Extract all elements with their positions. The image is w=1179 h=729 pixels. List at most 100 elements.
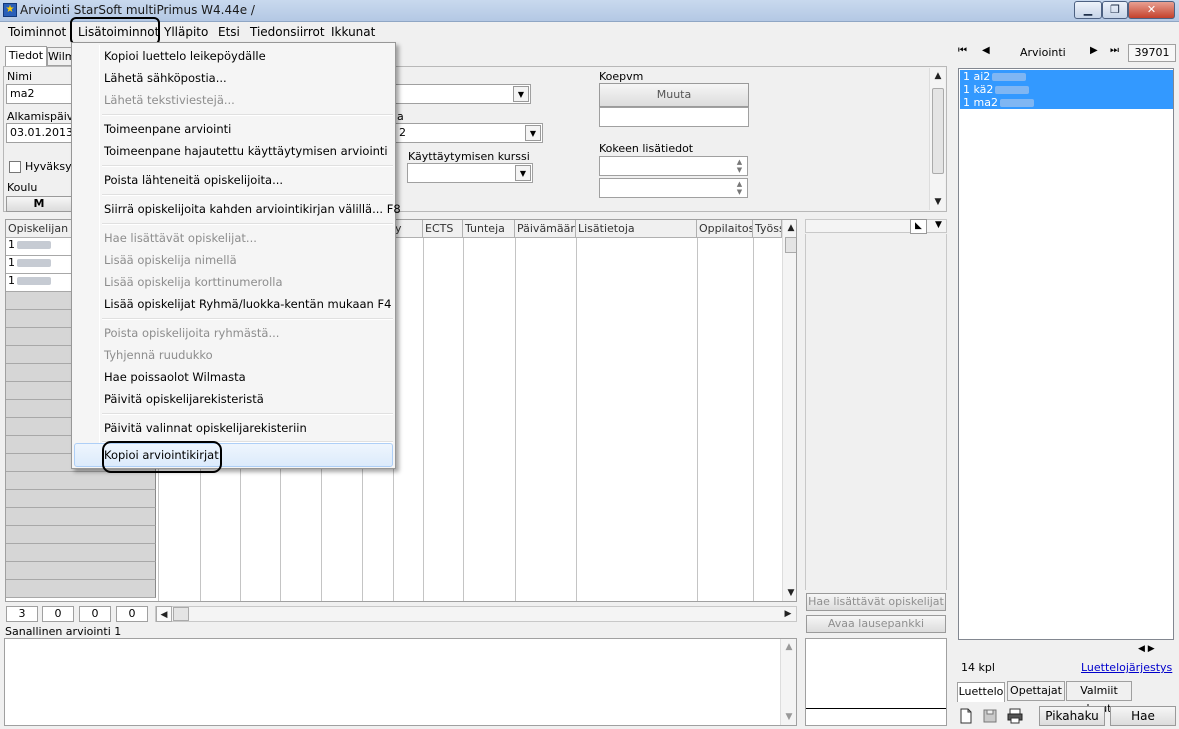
- field-combo-2[interactable]: 2 ▼: [395, 123, 543, 143]
- scroll-down-icon[interactable]: ▼: [930, 194, 946, 210]
- annotation-circle-item: [102, 441, 222, 473]
- scroll-left-icon[interactable]: ◀: [1138, 644, 1145, 654]
- menu-item-poista-ryhmasta[interactable]: Poista opiskelijoita ryhmästä...: [104, 323, 279, 343]
- nimi-field[interactable]: ma2: [6, 84, 72, 104]
- scroll-up-icon[interactable]: ▲: [783, 220, 796, 236]
- menu-ikkunat[interactable]: Ikkunat: [331, 25, 375, 39]
- menu-tiedonsiirrot[interactable]: Tiedonsiirrot: [250, 25, 325, 39]
- list-item[interactable]: 1 ai2: [960, 70, 1173, 83]
- hae-lisattavat-button[interactable]: Hae lisättävät opiskelijat: [806, 593, 946, 611]
- table-row[interactable]: [6, 544, 156, 562]
- grid-hscrollbar[interactable]: ◀ ▶: [155, 606, 797, 622]
- lausepankki-area[interactable]: [805, 638, 947, 726]
- tab-wilma[interactable]: Wilm: [47, 47, 75, 66]
- scroll-up-icon[interactable]: ▲: [930, 68, 946, 84]
- chevron-down-icon[interactable]: ▼: [930, 219, 947, 234]
- grid-header-lisatietoja[interactable]: Lisätietoja: [576, 220, 697, 238]
- minimize-button[interactable]: ▁: [1074, 1, 1102, 19]
- sort-icon[interactable]: ◣: [910, 219, 927, 234]
- table-row[interactable]: [6, 580, 156, 598]
- scroll-left-icon[interactable]: ◀: [156, 606, 172, 622]
- grid-header-oppilaitos[interactable]: Oppilaitos: [697, 220, 753, 238]
- window-title: Arviointi StarSoft multiPrimus W4.44e /: [20, 3, 255, 17]
- luettelojarjestys-link[interactable]: Luettelojärjestys: [1081, 661, 1172, 674]
- menu-item-lisaa-ryhma-luokka[interactable]: Lisää opiskelijat Ryhmä/luokka-kentän mu…: [104, 294, 391, 314]
- menu-item-paivita-valinnat[interactable]: Päivitä valinnat opiskelijarekisteriin: [104, 418, 307, 438]
- menu-item-poista-lahteneita[interactable]: Poista lähteneitä opiskelijoita...: [104, 170, 283, 190]
- maximize-button[interactable]: ❐: [1102, 1, 1128, 19]
- grid-header-tyossa[interactable]: Työss: [753, 220, 782, 238]
- menu-item-tyhjenna-ruudukko[interactable]: Tyhjennä ruudukko: [104, 345, 213, 365]
- tab-luettelo[interactable]: Luettelo: [957, 682, 1005, 702]
- tab-valmiit-haut[interactable]: Valmiit haut: [1066, 681, 1132, 715]
- pikahaku-button[interactable]: Pikahaku: [1039, 706, 1105, 726]
- grid-header-ects[interactable]: ECTS: [423, 220, 463, 238]
- nav-prev-icon[interactable]: ◀: [982, 45, 990, 56]
- hae-button[interactable]: Hae: [1110, 706, 1176, 726]
- table-row[interactable]: [6, 526, 156, 544]
- menu-item-toimeenpane-hajautettu[interactable]: Toimeenpane hajautettu käyttäytymisen ar…: [104, 141, 388, 161]
- list-item[interactable]: 1 kä2: [960, 83, 1173, 96]
- koulu-button[interactable]: M: [6, 196, 72, 212]
- field-combo-1[interactable]: ▼: [395, 84, 531, 104]
- print-icon[interactable]: [1006, 707, 1024, 725]
- menu-item-paivita-opiskelijarekisterista[interactable]: Päivitä opiskelijarekisteristä: [104, 389, 264, 409]
- menu-yllapito[interactable]: Ylläpito: [164, 25, 208, 39]
- avaa-lausepankki-button[interactable]: Avaa lausepankki: [806, 615, 946, 633]
- scroll-right-icon[interactable]: ▶: [1148, 644, 1155, 654]
- menu-item-toimeenpane-arviointi[interactable]: Toimeenpane arviointi: [104, 119, 231, 139]
- hyvaksytty-checkbox[interactable]: [9, 161, 21, 173]
- koepvm-field[interactable]: [599, 107, 749, 127]
- menu-separator: [102, 114, 393, 116]
- close-button[interactable]: ✕: [1128, 1, 1175, 19]
- nav-last-icon[interactable]: ⏭: [1110, 45, 1119, 56]
- spin-arrows-icon[interactable]: ▲ ▼: [733, 158, 746, 175]
- kokeen-lisatiedot-field-2[interactable]: [599, 178, 748, 198]
- table-row[interactable]: [6, 490, 156, 508]
- menu-item-laheta-sahkopostia[interactable]: Lähetä sähköpostia...: [104, 68, 227, 88]
- scroll-thumb[interactable]: [173, 607, 189, 621]
- save-icon[interactable]: [982, 708, 998, 724]
- scroll-thumb[interactable]: [785, 237, 796, 253]
- scroll-up-icon[interactable]: ▲: [781, 639, 797, 655]
- tab-opettajat[interactable]: Opettajat: [1007, 681, 1065, 701]
- textarea-scrollbar[interactable]: ▲ ▼: [780, 639, 796, 725]
- table-row[interactable]: [6, 508, 156, 526]
- form-scrollbar[interactable]: ▲ ▼: [929, 68, 945, 210]
- redacted-name: [17, 259, 51, 267]
- scroll-right-icon[interactable]: ▶: [780, 606, 796, 622]
- grid-header-partial[interactable]: y: [393, 220, 423, 238]
- row-number: 1: [8, 274, 15, 287]
- muuta-button[interactable]: Muuta: [599, 83, 749, 107]
- new-document-icon[interactable]: [958, 708, 974, 724]
- scroll-down-icon[interactable]: ▼: [783, 585, 796, 601]
- menu-item-siirra-opiskelijoita[interactable]: Siirrä opiskelijoita kahden arviointikir…: [104, 199, 401, 219]
- list-hscroll[interactable]: ◀ ▶: [1138, 644, 1174, 658]
- menu-etsi[interactable]: Etsi: [218, 25, 240, 39]
- menu-item-lisaa-nimella[interactable]: Lisää opiskelija nimellä: [104, 250, 237, 270]
- menu-item-hae-poissaolot[interactable]: Hae poissaolot Wilmasta: [104, 367, 246, 387]
- nav-next-icon[interactable]: ▶: [1090, 45, 1098, 56]
- nav-first-icon[interactable]: ⏮: [958, 45, 967, 56]
- menu-item-laheta-tekstiviesteja[interactable]: Lähetä tekstiviestejä...: [104, 90, 235, 110]
- table-row[interactable]: [6, 562, 156, 580]
- sanallinen-textarea[interactable]: ▲ ▼: [4, 638, 797, 726]
- menu-item-kopioi-luettelo[interactable]: Kopioi luettelo leikepöydälle: [104, 46, 266, 66]
- scroll-down-icon[interactable]: ▼: [781, 709, 797, 725]
- scroll-thumb[interactable]: [932, 88, 944, 174]
- menu-toiminnot[interactable]: Toiminnot: [8, 25, 66, 39]
- kayttaytymisen-kurssi-combo[interactable]: ▼: [407, 163, 533, 183]
- list-item[interactable]: 1 ma2: [960, 96, 1173, 109]
- tab-tiedot[interactable]: Tiedot: [5, 46, 47, 66]
- grid-header-tunteja[interactable]: Tunteja: [463, 220, 515, 238]
- list-item-label: 1 ma2: [963, 96, 998, 109]
- menu-item-lisaa-korttinumerolla[interactable]: Lisää opiskelija korttinumerolla: [104, 272, 283, 292]
- grid-vscrollbar[interactable]: ▲ ▼: [782, 220, 796, 601]
- alkamispaiva-field[interactable]: 03.01.2013: [6, 123, 73, 143]
- right-list[interactable]: 1 ai2 1 kä2 1 ma2: [958, 68, 1174, 640]
- kokeen-lisatiedot-field-1[interactable]: [599, 156, 748, 176]
- menu-item-hae-lisattavat[interactable]: Hae lisättävät opiskelijat...: [104, 228, 257, 248]
- table-row[interactable]: [6, 472, 156, 490]
- grid-header-paivamaara[interactable]: Päivämäärä: [515, 220, 576, 238]
- spin-arrows-icon[interactable]: ▲ ▼: [733, 180, 746, 197]
